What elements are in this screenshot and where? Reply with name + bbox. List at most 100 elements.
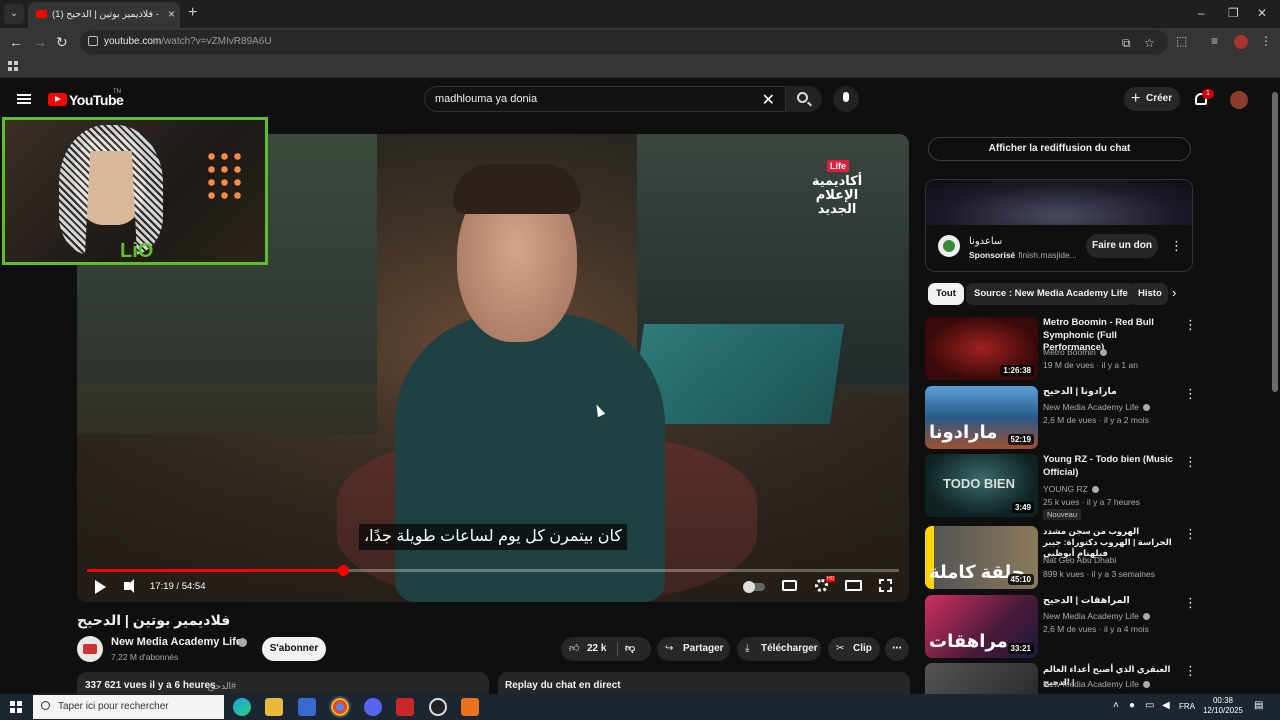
subscribe-button[interactable]: S'abonner [262, 637, 326, 661]
tray-chevron-up-icon[interactable]: ˄ [1113, 700, 1119, 711]
apps-grid-icon[interactable] [8, 61, 18, 71]
account-avatar[interactable] [1230, 91, 1248, 109]
site-info-icon[interactable] [88, 36, 98, 46]
app-icon[interactable] [461, 698, 479, 716]
hamburger-menu-icon[interactable] [17, 94, 31, 104]
speaker-icon[interactable]: ◀ [1162, 700, 1170, 711]
cast-icon[interactable]: ⧉ [1122, 36, 1131, 51]
clock-date[interactable]: 12/10/2025 [1199, 706, 1247, 715]
video-thumbnail[interactable]: TODO BIEN 3:49 [925, 454, 1038, 517]
video-thumbnail[interactable]: 1:26:38 [925, 317, 1038, 380]
clear-search-icon[interactable]: ✕ [762, 90, 775, 110]
recommendation-item[interactable]: العبقري الذي أصبح أعداء العالم | الدحيح … [925, 663, 1270, 694]
recommendation-title[interactable]: Young RZ - Todo bien (Music Official) [1043, 454, 1175, 479]
ad-menu-icon[interactable]: ⋮ [1170, 238, 1183, 254]
video-thumbnail[interactable]: حلقة كاملة 45:10 [925, 526, 1038, 589]
item-menu-icon[interactable]: ⋮ [1184, 526, 1197, 542]
ad-banner-image[interactable] [926, 180, 1192, 225]
obs-studio-icon[interactable] [429, 698, 447, 716]
item-menu-icon[interactable]: ⋮ [1184, 663, 1197, 679]
back-arrow-icon[interactable]: ← [9, 34, 23, 50]
item-menu-icon[interactable]: ⋮ [1184, 595, 1197, 611]
streamer-logo: LiO [120, 240, 154, 262]
volume-icon[interactable] [124, 579, 134, 593]
recommendation-item[interactable]: مارادونا 52:19 ماراﺩﻭﻧﺎ | الدحيح New Medi… [925, 386, 1270, 452]
extensions-icon[interactable]: ⬚ [1176, 34, 1187, 48]
theater-mode-icon[interactable] [845, 580, 862, 591]
microphone-tray-icon[interactable]: ● [1129, 700, 1135, 711]
notification-center-icon[interactable]: ▤ [1254, 700, 1263, 711]
search-input[interactable]: madhlouma ya donia ✕ [424, 86, 786, 112]
hashtag[interactable]: #الدحيح [207, 681, 236, 692]
recommendation-item[interactable]: حلقة كاملة 45:10 الهروب من سجن مشدد الحرا… [925, 526, 1270, 592]
recorder-app-icon[interactable] [396, 698, 414, 716]
windows-start-icon[interactable] [10, 701, 22, 713]
ad-title[interactable]: ساعدونا [969, 236, 1002, 247]
more-actions-icon[interactable]: ⋯ [885, 637, 909, 661]
recommendation-title[interactable]: ماراﺩﻭﻧﺎ | الدحيح [1043, 386, 1175, 399]
channel-name[interactable]: New Media Academy Life [111, 636, 242, 648]
discord-icon[interactable] [364, 698, 382, 716]
forward-arrow-icon[interactable]: → [33, 34, 47, 50]
profile-avatar[interactable] [1234, 35, 1248, 49]
chevron-right-icon[interactable]: › [1172, 285, 1176, 300]
page-scrollbar[interactable] [1270, 80, 1280, 694]
minimize-button[interactable]: – [1198, 6, 1205, 20]
chip-history[interactable]: Histo [1130, 283, 1168, 305]
like-count[interactable]: 22 k [587, 637, 606, 661]
media-control-icon[interactable]: ≡ [1211, 34, 1218, 48]
item-menu-icon[interactable]: ⋮ [1184, 386, 1197, 402]
reload-icon[interactable]: ↻ [56, 34, 68, 51]
microsoft-store-icon[interactable] [298, 698, 316, 716]
fullscreen-icon[interactable] [879, 579, 892, 592]
show-chat-replay-button[interactable]: Afficher la rediffusion du chat [928, 137, 1191, 161]
sponsored-ad-card[interactable]: ساعدونا Sponsorisé · finish.masjide... F… [925, 179, 1193, 272]
video-thumbnail[interactable] [925, 663, 1038, 694]
edge-browser-icon[interactable] [233, 698, 251, 716]
close-window-button[interactable]: ✕ [1257, 6, 1267, 20]
recommendation-item[interactable]: مراهقات 33:21 المراهقات | الدحيح New Medi… [925, 595, 1270, 661]
network-icon[interactable]: ▭ [1145, 700, 1154, 711]
channel-avatar[interactable] [77, 636, 103, 662]
chip-all[interactable]: Tout [928, 283, 964, 305]
scrollbar-thumb[interactable] [1272, 92, 1278, 392]
share-button[interactable]: ↪ Partager [657, 637, 730, 661]
video-progress-bar[interactable] [87, 565, 899, 576]
autoplay-toggle[interactable] [743, 581, 765, 593]
clock-time[interactable]: 00:38 [1199, 696, 1247, 705]
thumbs-up-icon[interactable]: 👍︎ [569, 637, 579, 661]
file-explorer-icon[interactable] [265, 698, 283, 716]
recommendation-title[interactable]: المراهقات | الدحيح [1043, 595, 1175, 608]
browser-tab-bar: ⌄ (1) فلاديمير بوتين | الدحيح - YouTube … [0, 0, 1280, 28]
progress-scrubber-handle[interactable] [337, 565, 349, 576]
item-menu-icon[interactable]: ⋮ [1184, 317, 1197, 333]
clip-button[interactable]: ✂ Clip [828, 637, 880, 661]
bookmark-star-icon[interactable]: ☆ [1144, 36, 1155, 50]
recommendation-item[interactable]: TODO BIEN 3:49 Young RZ - Todo bien (Musi… [925, 454, 1270, 520]
new-tab-button[interactable]: + [188, 4, 197, 22]
browser-menu-icon[interactable]: ⋮ [1260, 34, 1272, 48]
download-button[interactable]: ⤓ Télécharger [737, 637, 821, 661]
thumbs-down-icon[interactable]: 👎︎ [625, 637, 635, 661]
search-button[interactable] [786, 86, 822, 112]
taskbar-search-input[interactable]: Taper ici pour rechercher [33, 695, 224, 719]
create-button[interactable]: + Créer [1124, 87, 1180, 111]
chip-source-channel[interactable]: Source : New Media Academy Life [966, 283, 1136, 305]
tab-close-icon[interactable]: × [168, 7, 175, 21]
youtube-logo-icon[interactable] [48, 93, 67, 106]
item-menu-icon[interactable]: ⋮ [1184, 454, 1197, 470]
chrome-browser-icon[interactable] [329, 696, 351, 718]
keyboard-language[interactable]: FRA [1179, 702, 1195, 711]
donate-button[interactable]: Faire un don [1086, 234, 1158, 258]
address-bar[interactable]: youtube.com/watch?v=vZMIvR89A6U ⧉ ☆ [80, 30, 1168, 54]
voice-search-button[interactable] [833, 86, 859, 112]
video-thumbnail[interactable]: مراهقات 33:21 [925, 595, 1038, 658]
restore-button[interactable]: ❐ [1228, 6, 1239, 20]
recommendation-item[interactable]: 1:26:38 Metro Boomin - Red Bull Symphoni… [925, 317, 1270, 383]
video-thumbnail[interactable]: مارادونا 52:19 [925, 386, 1038, 449]
browser-tab-active[interactable]: (1) فلاديمير بوتين | الدحيح - YouTube × [28, 2, 180, 28]
bookmarks-bar [0, 56, 1280, 78]
subtitles-cc-icon[interactable] [782, 580, 797, 591]
play-icon[interactable] [95, 580, 106, 594]
tab-search-button[interactable]: ⌄ [4, 4, 24, 24]
